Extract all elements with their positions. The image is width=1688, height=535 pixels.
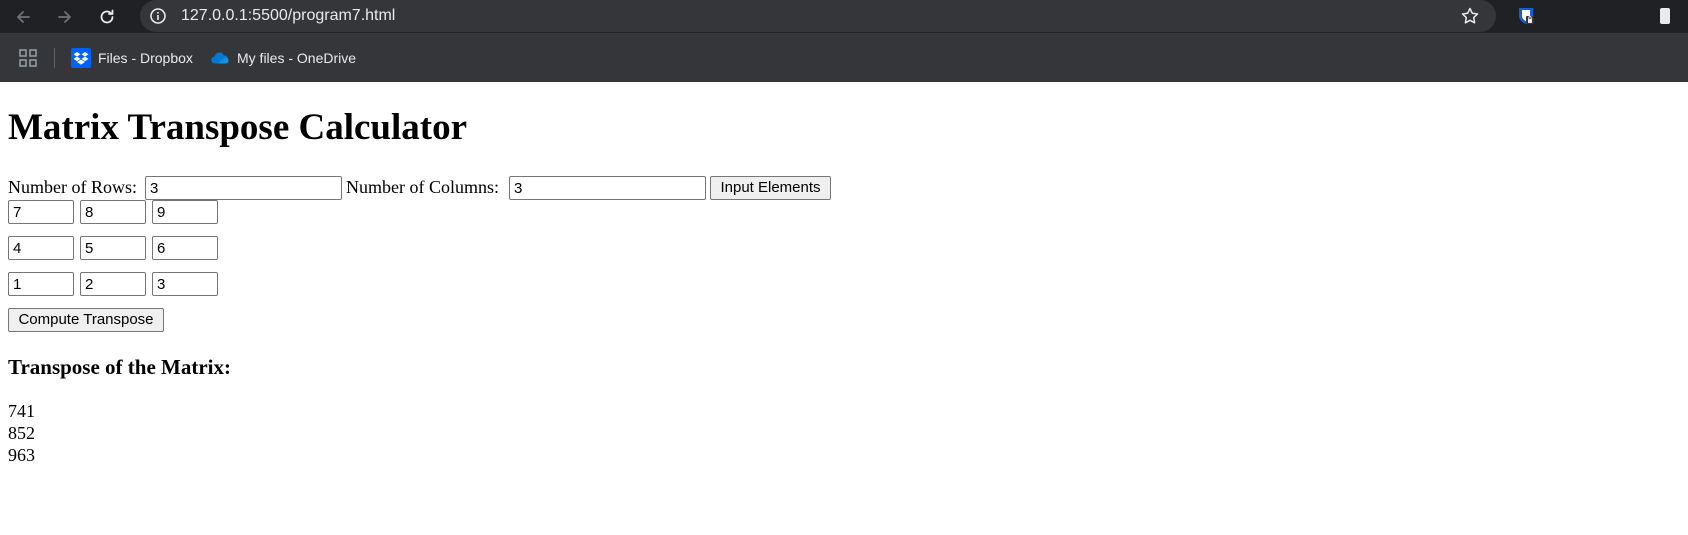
forward-button[interactable]	[51, 3, 79, 31]
bitwarden-icon	[1519, 8, 1534, 24]
columns-input[interactable]	[509, 176, 706, 200]
matrix-cell-r2c2[interactable]	[80, 236, 146, 260]
columns-label: Number of Columns:	[346, 177, 499, 197]
rows-input[interactable]	[145, 176, 342, 200]
reload-icon	[100, 9, 114, 24]
compute-transpose-button[interactable]: Compute Transpose	[8, 308, 164, 332]
matrix-cell-r1c3[interactable]	[152, 200, 218, 224]
apps-grid-icon	[19, 49, 37, 67]
matrix-cell-r1c1[interactable]	[8, 200, 74, 224]
bookmark-star-button[interactable]	[1460, 6, 1480, 26]
dropbox-icon	[71, 48, 91, 68]
extension-button[interactable]	[1516, 6, 1536, 26]
result-row: 963	[8, 445, 35, 465]
reload-button[interactable]	[93, 3, 121, 31]
back-button[interactable]	[9, 3, 37, 31]
matrix-cell-r2c3[interactable]	[152, 236, 218, 260]
result-row: 852	[8, 423, 35, 443]
matrix-cell-r3c2[interactable]	[80, 272, 146, 296]
address-bar[interactable]: 127.0.0.1:5500/program7.html	[140, 0, 1496, 32]
matrix-cell-r3c3[interactable]	[152, 272, 218, 296]
result-row: 741	[8, 401, 35, 421]
bookmark-onedrive[interactable]: My files - OneDrive	[210, 47, 356, 69]
profile-button[interactable]	[1660, 8, 1670, 24]
bookmarks-bar: Files - Dropbox My files - OneDrive	[0, 33, 1688, 82]
matrix-cell-r1c2[interactable]	[80, 200, 146, 224]
bookmark-label: Files - Dropbox	[98, 50, 193, 66]
apps-button[interactable]	[18, 48, 38, 68]
page-content: Matrix Transpose Calculator Number of Ro…	[0, 82, 1688, 535]
rows-label: Number of Rows:	[8, 177, 137, 197]
matrix-cell-r2c1[interactable]	[8, 236, 74, 260]
arrow-right-icon	[58, 11, 71, 23]
result-heading: Transpose of the Matrix:	[8, 355, 231, 379]
matrix-cell-r3c1[interactable]	[8, 272, 74, 296]
arrow-left-icon	[17, 11, 30, 23]
browser-toolbar: 127.0.0.1:5500/program7.html	[0, 0, 1688, 33]
star-icon	[1461, 7, 1479, 24]
bookmarks-separator	[54, 48, 55, 68]
input-elements-button[interactable]: Input Elements	[710, 176, 831, 200]
onedrive-icon	[210, 48, 230, 68]
page-title: Matrix Transpose Calculator	[8, 107, 468, 148]
url-text: 127.0.0.1:5500/program7.html	[181, 7, 396, 24]
bookmark-dropbox[interactable]: Files - Dropbox	[71, 47, 193, 69]
bookmark-label: My files - OneDrive	[237, 50, 357, 66]
info-icon	[150, 8, 166, 24]
site-info-button[interactable]	[148, 6, 168, 26]
